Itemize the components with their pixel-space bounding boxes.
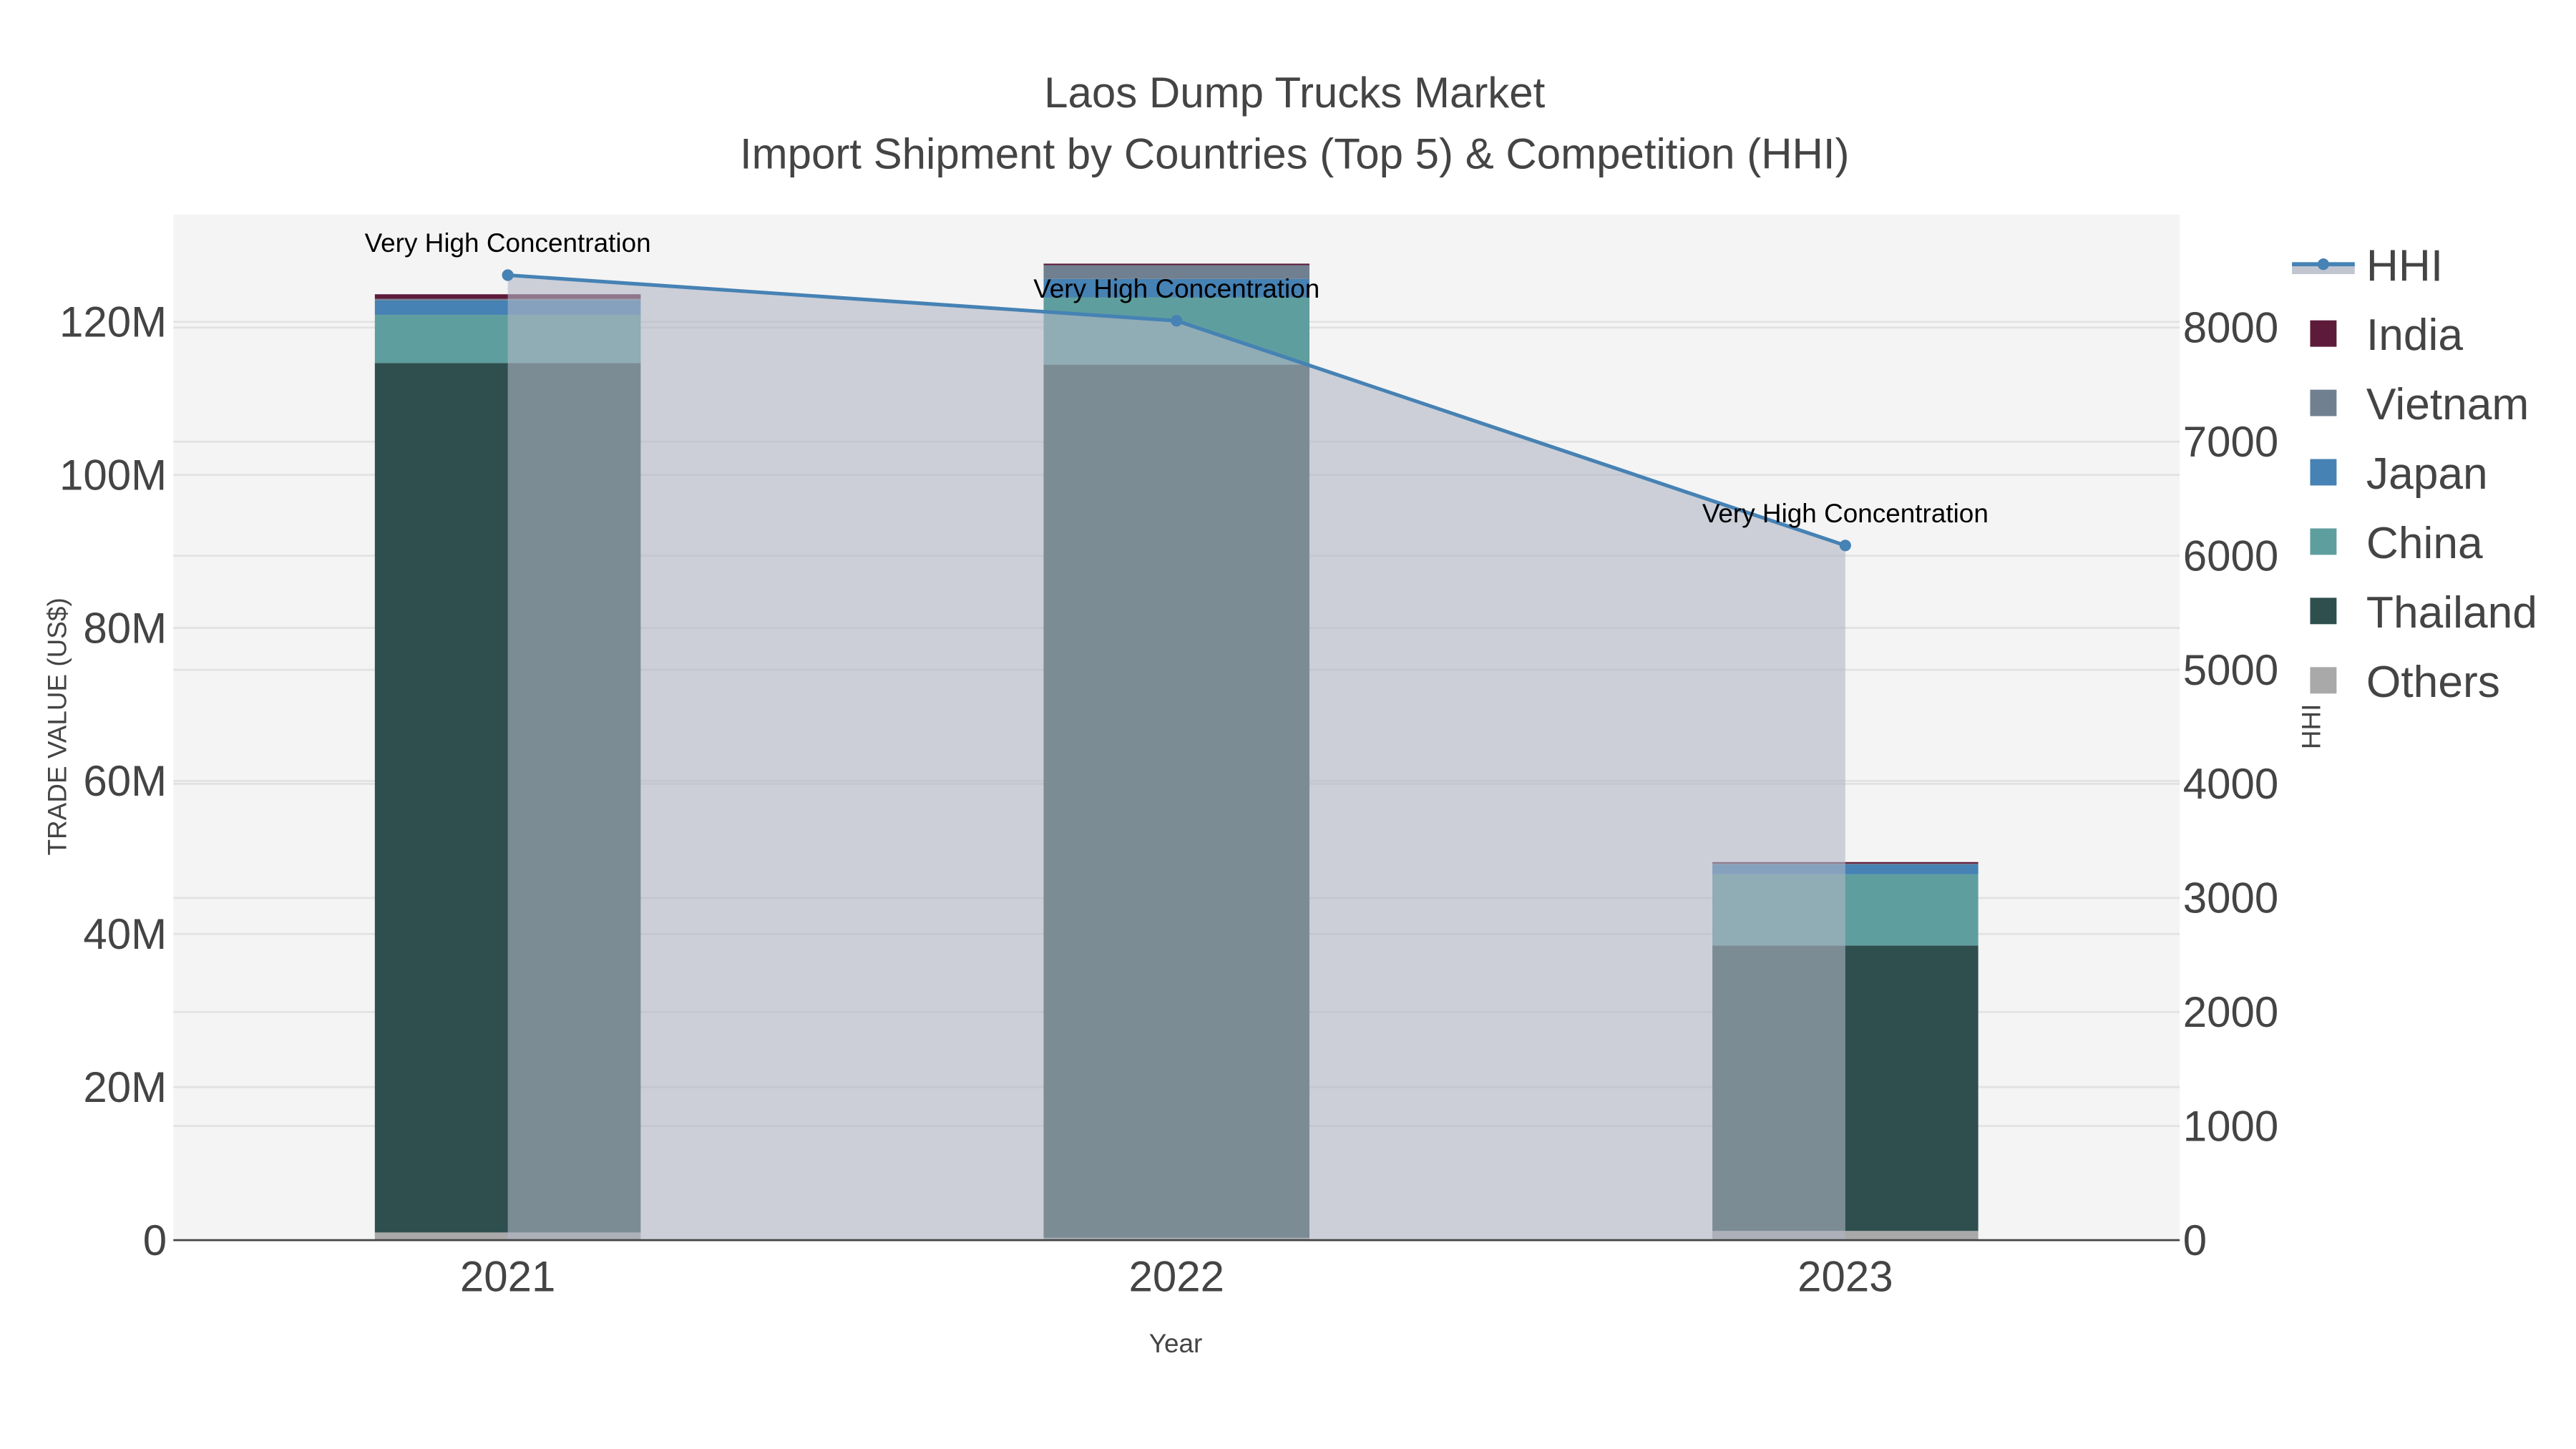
legend-label: Others [2366,658,2500,707]
legend-label: China [2366,519,2483,568]
y-tick-label: 60M [83,757,167,805]
hhi-marker-2023 [1839,540,1851,552]
chart: 0 20M 40M 60M 80M 100M 120M 0 1000 2000 3000 4000 5… [0,0,2576,1449]
y2-tick-label: 2000 [2183,988,2278,1036]
y2-tick-label: 0 [2183,1216,2207,1264]
legend-swatch [2310,320,2337,347]
hhi-marker-2021 [502,269,514,281]
y-axis-title: TRADE VALUE (US$) [42,597,72,855]
chart-title: Laos Dump Trucks Market [1044,69,1546,117]
annotation-concentration: Very High Concentration [1033,274,1319,303]
y-tick-label: 100M [59,451,167,499]
legend-swatch [2310,459,2337,486]
annotation-concentration: Very High Concentration [1702,499,1989,528]
bar-india-2022 [1043,263,1309,265]
y2-tick-label: 6000 [2183,532,2278,580]
y-tick-label: 20M [83,1063,167,1111]
y2-axis-ticks: 0 1000 2000 3000 4000 5000 6000 7000 8000 [2183,304,2278,1264]
legend-label: Thailand [2366,588,2537,638]
x-tick-label: 2021 [460,1253,555,1301]
legend-swatch [2310,389,2337,416]
y2-axis-title: HHI [2296,704,2326,750]
annotation-concentration: Very High Concentration [365,228,651,258]
y2-tick-label: 8000 [2183,304,2278,352]
legend-hhi-marker-swatch [2317,258,2329,270]
x-axis-title: Year [1149,1329,1203,1358]
legend-label: HHI [2366,241,2443,291]
chart-subtitle: Import Shipment by Countries (Top 5) & C… [740,130,1850,177]
legend-swatch [2310,528,2337,555]
y-tick-label: 80M [83,604,167,652]
legend-label: Vietnam [2366,380,2529,429]
legend-label: India [2366,311,2463,360]
hhi-marker-2022 [1171,315,1183,327]
y2-tick-label: 3000 [2183,874,2278,922]
y2-tick-label: 5000 [2183,646,2278,694]
legend-swatch [2310,597,2337,625]
y-tick-label: 0 [143,1216,167,1264]
y-tick-label: 120M [59,298,167,346]
y-tick-label: 40M [83,910,167,958]
y2-tick-label: 4000 [2183,760,2278,808]
y2-tick-label: 7000 [2183,418,2278,466]
x-tick-label: 2023 [1797,1253,1893,1301]
x-tick-label: 2022 [1128,1253,1224,1301]
y2-tick-label: 1000 [2183,1102,2278,1150]
legend-label: Japan [2366,449,2488,499]
legend-swatch [2310,667,2337,694]
